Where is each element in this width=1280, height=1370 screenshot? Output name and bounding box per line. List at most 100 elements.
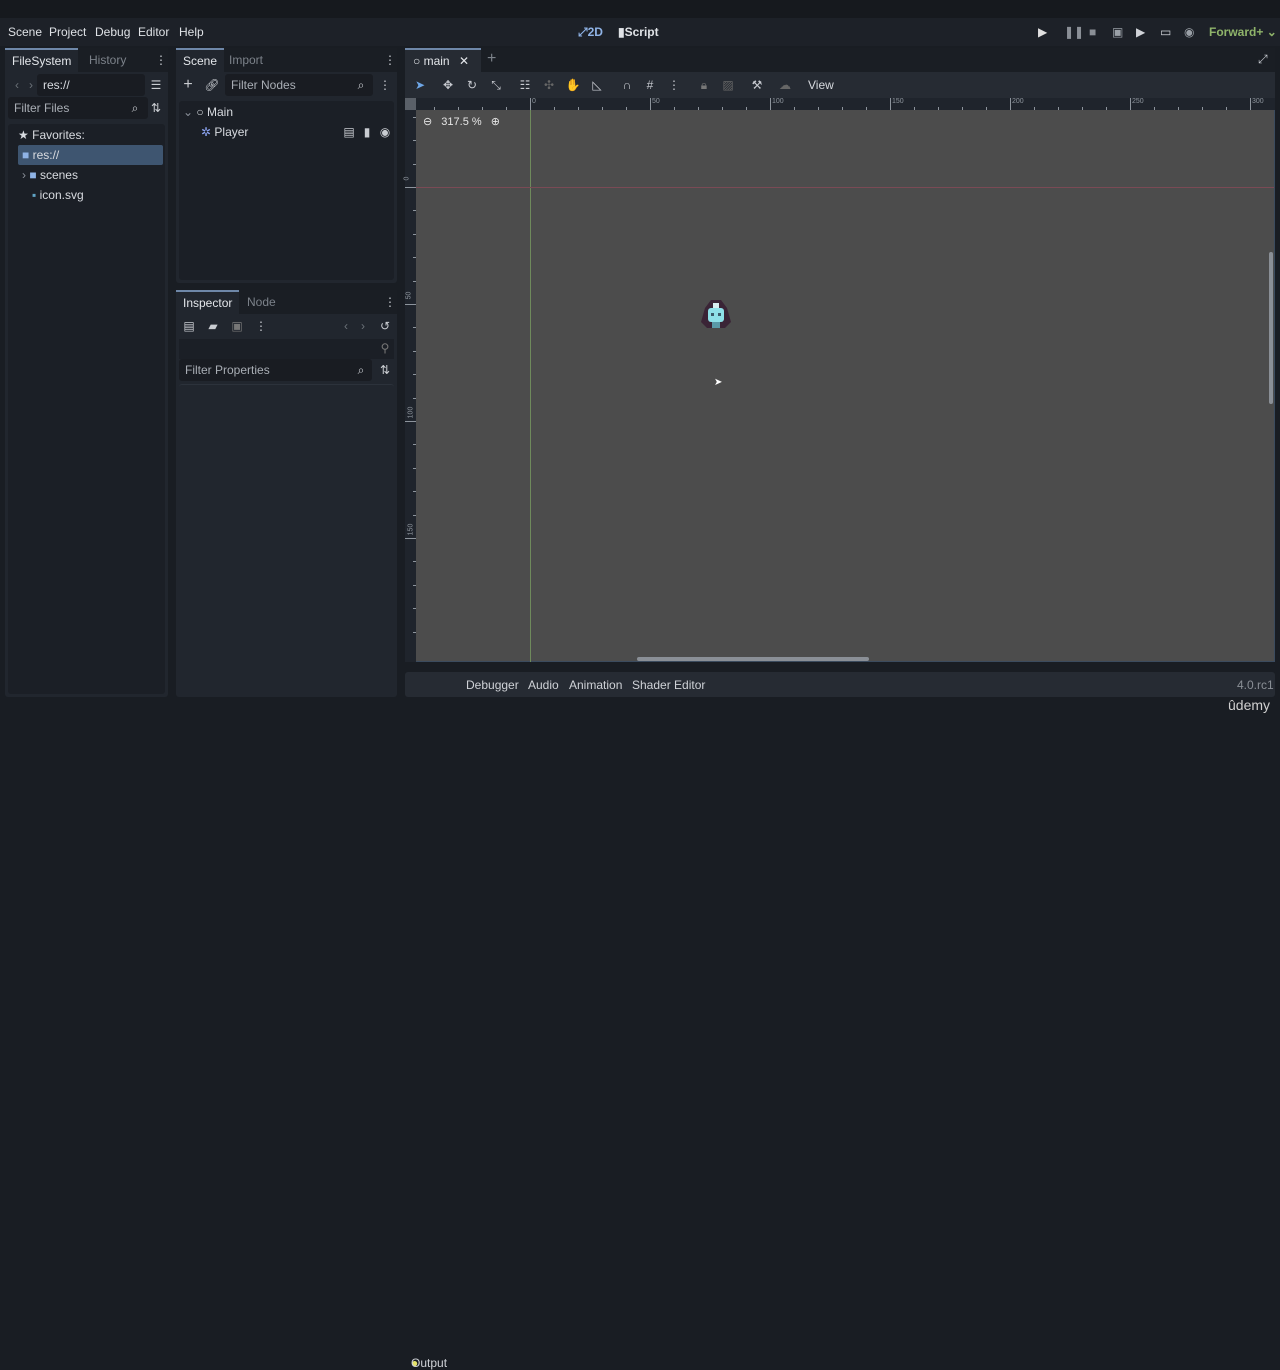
snap-options-icon[interactable]: ⋮: [666, 77, 682, 93]
ruler-tick: [1010, 98, 1011, 110]
ruler-tool-icon[interactable]: ◺: [589, 77, 605, 93]
file-item-icon[interactable]: ▪ icon.svg: [32, 185, 84, 205]
tab-animation[interactable]: Animation: [569, 678, 622, 692]
ruler-label: 150: [892, 98, 904, 105]
image-icon: ▪: [32, 188, 37, 202]
tab-import[interactable]: Import: [222, 48, 270, 72]
file-item-scenes[interactable]: › ■ scenes: [22, 165, 78, 185]
renderer-select[interactable]: Forward+ ⌄: [1209, 25, 1277, 39]
group-icon[interactable]: ▨: [720, 77, 736, 93]
new-resource-icon[interactable]: ▤: [181, 318, 197, 334]
history-back-icon[interactable]: ‹: [338, 318, 354, 334]
ruler-tick: [698, 107, 699, 110]
save-icon[interactable]: ▣: [229, 318, 245, 334]
ruler-label: 0: [532, 98, 536, 105]
open-folder-icon[interactable]: ▰: [205, 318, 221, 334]
more-icon[interactable]: ⋮: [253, 318, 269, 334]
path-field[interactable]: res://: [37, 74, 145, 96]
pivot-tool-icon[interactable]: ✣: [541, 77, 557, 93]
ruler-tick: [413, 514, 416, 516]
play-scene-icon[interactable]: ▶: [1136, 25, 1145, 39]
play-custom-scene-icon[interactable]: ▭: [1160, 25, 1171, 39]
canvas-viewport[interactable]: [405, 98, 1275, 662]
cloud-icon[interactable]: ☁: [777, 77, 793, 93]
scale-tool-icon[interactable]: ⤡: [488, 77, 504, 93]
layout-toggle-icon[interactable]: ☰: [148, 77, 164, 93]
rotate-tool-icon[interactable]: ↻: [464, 77, 480, 93]
zoom-level[interactable]: 317.5 %: [441, 116, 481, 128]
ruler-tick: [1154, 107, 1155, 110]
remote-debug-icon[interactable]: ▣: [1112, 25, 1123, 39]
history-forward-icon[interactable]: ›: [355, 318, 371, 334]
menu-scene[interactable]: Scene: [8, 25, 42, 39]
move-tool-icon[interactable]: ✥: [440, 77, 456, 93]
add-node-icon[interactable]: +: [180, 77, 196, 93]
ruler-tick: [413, 374, 416, 376]
pan-tool-icon[interactable]: ✋: [565, 77, 581, 93]
select-tool-icon[interactable]: ➤: [412, 77, 428, 93]
tab-filesystem[interactable]: FileSystem: [5, 48, 79, 72]
menu-project[interactable]: Project: [49, 25, 86, 39]
inspector-panel: Inspector Node ⋮ ▤ ▰ ▣ ⋮ ‹ › ↺ ⚲ Filter …: [176, 290, 397, 697]
close-icon[interactable]: ✕: [459, 54, 469, 68]
lock-icon[interactable]: 🔒︎: [696, 77, 712, 93]
tab-history[interactable]: History: [82, 48, 133, 72]
menu-debug[interactable]: Debug: [95, 25, 130, 39]
menu-editor[interactable]: Editor: [138, 25, 169, 39]
more-icon[interactable]: ⋮: [377, 77, 393, 93]
ruler-tick: [413, 561, 416, 563]
movie-maker-icon[interactable]: ◉: [1184, 25, 1194, 39]
smart-snap-icon[interactable]: ∩: [619, 77, 635, 93]
view-menu[interactable]: View: [808, 78, 834, 92]
link-icon[interactable]: 🔗︎: [204, 77, 220, 93]
tab-inspector[interactable]: Inspector: [176, 290, 240, 314]
tab-debugger[interactable]: Debugger: [466, 678, 519, 692]
pause-button[interactable]: ❚❚: [1064, 25, 1084, 39]
history-icon[interactable]: ↺: [377, 318, 393, 334]
more-icon[interactable]: ⋮: [155, 52, 167, 68]
sort-icon[interactable]: ⇅: [148, 100, 164, 116]
zoom-out-icon[interactable]: ⊖: [423, 116, 432, 128]
mouse-cursor: ➤: [714, 377, 723, 388]
menu-help[interactable]: Help: [179, 25, 204, 39]
workspace-script[interactable]: ▮Script: [618, 25, 659, 39]
node-main[interactable]: ⌄ ○ Main: [183, 102, 233, 122]
favorites-item[interactable]: ★ Favorites:: [18, 125, 85, 145]
workspace-2d[interactable]: ⤢2D: [578, 25, 603, 40]
vertical-scrollbar[interactable]: [1269, 252, 1273, 404]
tab-main[interactable]: ○ main ✕: [405, 48, 481, 72]
open-scene-icon[interactable]: ▤: [341, 124, 357, 140]
script-icon[interactable]: ▮: [359, 124, 375, 140]
file-item-res[interactable]: ■ res://: [18, 145, 163, 165]
zoom-in-icon[interactable]: ⊕: [491, 116, 500, 128]
filter-properties-input[interactable]: Filter Properties: [179, 359, 372, 381]
distraction-free-icon[interactable]: ⤢: [1258, 52, 1268, 67]
ruler-label: 50: [652, 98, 660, 105]
filter-nodes-input[interactable]: Filter Nodes: [225, 74, 373, 96]
tab-shader-editor[interactable]: Shader Editor: [632, 678, 705, 692]
stop-button[interactable]: ■: [1089, 25, 1096, 39]
sort-icon[interactable]: ⇅: [377, 362, 393, 378]
docs-icon[interactable]: ⚲: [377, 340, 393, 356]
tab-audio[interactable]: Audio: [528, 678, 559, 692]
grid-snap-icon[interactable]: #: [642, 77, 658, 93]
ruler-tick: [413, 257, 416, 259]
visibility-icon[interactable]: ◉: [377, 124, 393, 140]
ruler-label: 250: [1132, 98, 1144, 105]
node-player[interactable]: ✲ Player: [201, 122, 248, 142]
ruler-tick: [1082, 107, 1083, 110]
ruler-corner: [405, 98, 416, 110]
add-tab-icon[interactable]: +: [487, 50, 496, 68]
more-icon[interactable]: ⋮: [384, 52, 396, 68]
bone-icon[interactable]: ⚒: [749, 77, 765, 93]
player-sprite[interactable]: [699, 298, 733, 334]
ruler-tick: [674, 107, 675, 110]
tab-scene[interactable]: Scene: [176, 48, 225, 72]
more-icon[interactable]: ⋮: [384, 294, 396, 310]
horizontal-scrollbar[interactable]: [637, 657, 869, 661]
list-select-icon[interactable]: ☷: [517, 77, 533, 93]
scene-tabbar: [405, 48, 1275, 72]
tab-node[interactable]: Node: [240, 290, 283, 314]
play-button[interactable]: ▶: [1038, 25, 1047, 39]
ruler-tick: [818, 107, 819, 110]
